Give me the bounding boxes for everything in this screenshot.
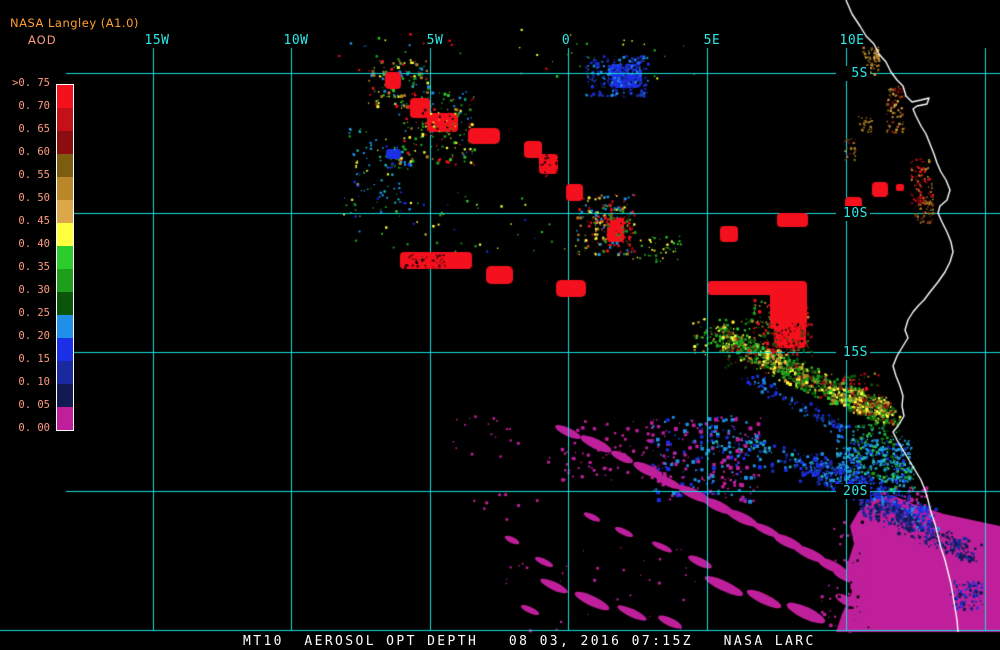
lat-label-10S: 10S: [836, 206, 870, 221]
legend-band-14: [57, 407, 73, 430]
legend-label-0: >0. 75: [12, 77, 50, 89]
legend-band-0: [57, 85, 73, 108]
lon-label-10W: 10W: [283, 33, 309, 48]
legend-label-12: 0. 15: [18, 353, 50, 365]
legend-label-6: 0. 45: [18, 215, 50, 227]
legend-label-8: 0. 35: [18, 261, 50, 273]
legend-band-9: [57, 292, 73, 315]
legend-label-11: 0. 20: [18, 330, 50, 342]
product-title: NASA Langley (A1.0): [10, 16, 139, 30]
legend-label-9: 0. 30: [18, 284, 50, 296]
legend-label-4: 0. 55: [18, 169, 50, 181]
legend-label-3: 0. 60: [18, 146, 50, 158]
lon-label-0: 0: [561, 33, 571, 48]
aod-satellite-map: NASA Langley (A1.0) AOD >0. 75 0. 70 0. 65…: [0, 0, 1000, 650]
legend-band-10: [57, 315, 73, 338]
legend-label-2: 0. 65: [18, 123, 50, 135]
lon-label-10E: 10E: [839, 33, 865, 48]
legend-label-15: 0. 00: [18, 422, 50, 434]
legend-label-1: 0. 70: [18, 100, 50, 112]
legend-band-1: [57, 108, 73, 131]
legend-band-11: [57, 338, 73, 361]
legend-band-2: [57, 131, 73, 154]
lat-label-15S: 15S: [836, 345, 870, 360]
legend-label-10: 0. 25: [18, 307, 50, 319]
lon-label-5E: 5E: [703, 33, 721, 48]
legend-band-4: [57, 177, 73, 200]
legend-band-5: [57, 200, 73, 223]
lon-label-15W: 15W: [144, 33, 170, 48]
legend-label-7: 0. 40: [18, 238, 50, 250]
legend-band-13: [57, 384, 73, 407]
map-caption: MT10 AEROSOL OPT DEPTH 08 03, 2016 07:15…: [243, 634, 816, 649]
legend-band-12: [57, 361, 73, 384]
legend-band-8: [57, 269, 73, 292]
legend-label-13: 0. 10: [18, 376, 50, 388]
parameter-label: AOD: [28, 33, 57, 47]
lat-label-5S: 5S: [836, 66, 870, 81]
legend-band-3: [57, 154, 73, 177]
lat-label-20S: 20S: [836, 484, 870, 499]
legend-color-bar: [56, 84, 74, 431]
map-canvas: [0, 0, 1000, 650]
lon-label-5W: 5W: [426, 33, 444, 48]
legend-label-14: 0. 05: [18, 399, 50, 411]
legend-band-6: [57, 223, 73, 246]
legend-label-5: 0. 50: [18, 192, 50, 204]
legend-band-7: [57, 246, 73, 269]
